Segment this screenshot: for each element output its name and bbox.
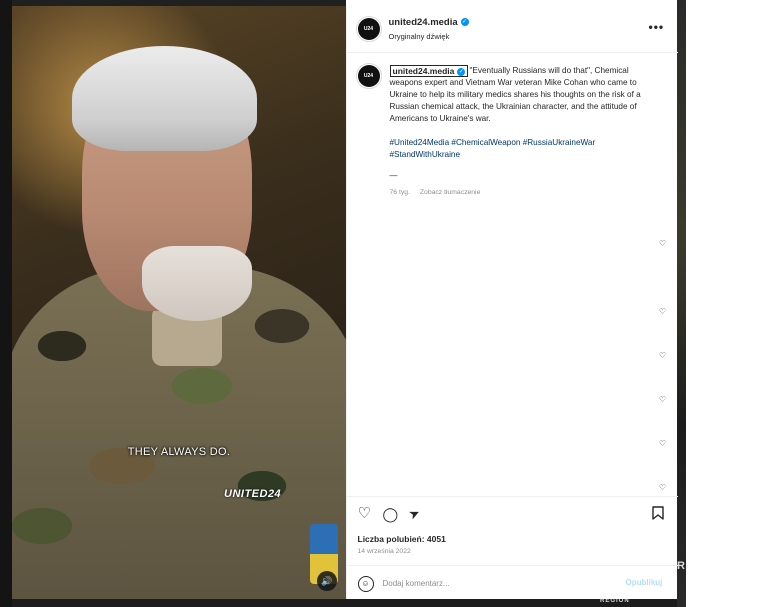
video-subtitle: THEY ALWAYS DO. — [127, 446, 231, 458]
emoji-icon[interactable]: ☺ — [357, 576, 374, 592]
comment-bar: ☺ Opublikuj — [346, 565, 678, 601]
post-header: U24 united24.media ✓ Oryginalny dźwięk ••… — [346, 6, 678, 53]
comment-like-icon[interactable]: ♡ — [658, 483, 668, 493]
comment-like-icon[interactable]: ♡ — [658, 239, 668, 249]
caption-username[interactable]: united24.media ✓ — [389, 65, 469, 77]
post-date[interactable]: 14 września 2022 — [358, 548, 411, 555]
header-username[interactable]: united24.media ✓ — [389, 17, 469, 28]
post-modal: THEY ALWAYS DO. UNITED24 🔊 U24 united24.… — [12, 6, 678, 601]
caption-meta: 76 tyg. Zobacz tłumaczenie — [390, 189, 481, 196]
caption-time[interactable]: 76 tyg. — [390, 189, 410, 196]
original-audio-link[interactable]: Oryginalny dźwięk — [389, 32, 450, 41]
video-watermark: UNITED24 — [224, 488, 282, 500]
video-player[interactable]: THEY ALWAYS DO. UNITED24 🔊 — [12, 6, 346, 599]
comment-like-icon[interactable]: ♡ — [658, 307, 668, 317]
caption-separator: — — [389, 171, 398, 180]
post-actions: ♡ ◯ ➤ Liczba polubień: 4051 14 września … — [346, 496, 678, 601]
caption-hashtags[interactable]: #United24Media #ChemicalWeapon #RussiaUk… — [390, 137, 660, 161]
more-options-icon[interactable]: ••• — [649, 20, 665, 34]
comment-icon[interactable]: ◯ — [383, 506, 399, 522]
background-text: R — [677, 560, 686, 572]
like-count[interactable]: Liczba polubień: 4051 — [358, 534, 446, 544]
verified-badge-icon: ✓ — [457, 67, 466, 76]
post-side-panel: U24 united24.media ✓ Oryginalny dźwięk ••… — [345, 6, 678, 601]
comment-input[interactable] — [382, 575, 613, 591]
verified-badge-icon: ✓ — [460, 18, 469, 27]
translate-link[interactable]: Zobacz tłumaczenie — [420, 189, 480, 196]
comment-like-icon[interactable]: ♡ — [658, 395, 668, 405]
comment-like-icon[interactable]: ♡ — [658, 351, 668, 361]
caption-avatar[interactable]: U24 — [355, 63, 382, 89]
speaker-icon[interactable]: 🔊 — [317, 571, 337, 591]
background-page-left — [0, 0, 12, 607]
like-icon[interactable]: ♡ — [358, 506, 371, 522]
comment-like-icon[interactable]: ♡ — [658, 439, 668, 449]
save-icon[interactable] — [651, 506, 664, 524]
post-comment-button[interactable]: Opublikuj — [626, 578, 663, 587]
bookmark-icon[interactable] — [651, 506, 664, 520]
background-page-right: R — [677, 0, 686, 607]
share-icon[interactable]: ➤ — [406, 504, 423, 523]
avatar[interactable]: U24 — [355, 16, 382, 42]
